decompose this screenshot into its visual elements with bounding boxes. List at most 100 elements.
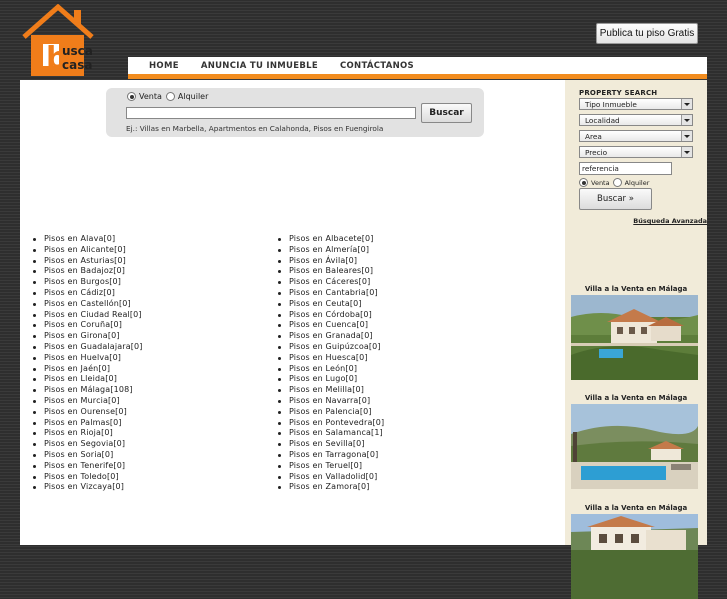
- province-link[interactable]: Pisos en Alicante[0]: [44, 245, 126, 254]
- province-link[interactable]: Pisos en Salamanca[1]: [289, 428, 383, 437]
- province-list-item: Pisos en Ciudad Real[0]: [33, 310, 143, 321]
- villa-title[interactable]: Villa a la Venta en Málaga: [565, 394, 707, 402]
- province-list-item: Pisos en Jaén[0]: [33, 364, 143, 375]
- province-list-item: Pisos en Toledo[0]: [33, 472, 143, 483]
- province-link[interactable]: Pisos en Huelva[0]: [44, 353, 121, 362]
- villa-title[interactable]: Villa a la Venta en Málaga: [565, 504, 707, 512]
- publish-free-button[interactable]: Publica tu piso Gratis: [596, 23, 698, 44]
- province-link[interactable]: Pisos en Valladolid[0]: [289, 472, 377, 481]
- sidebar-search-button[interactable]: Buscar »: [579, 188, 652, 210]
- province-list-item: Pisos en Cantabria[0]: [278, 288, 384, 299]
- province-link[interactable]: Pisos en Córdoba[0]: [289, 310, 372, 319]
- province-link[interactable]: Pisos en Ávila[0]: [289, 256, 357, 265]
- province-link[interactable]: Pisos en Guipúzcoa[0]: [289, 342, 381, 351]
- province-list-item: Pisos en Guipúzcoa[0]: [278, 342, 384, 353]
- province-link[interactable]: Pisos en Cantabria[0]: [289, 288, 378, 297]
- province-link[interactable]: Pisos en Baleares[0]: [289, 266, 373, 275]
- select-value: Tipo Inmueble: [585, 100, 637, 109]
- reference-input[interactable]: referencia: [579, 162, 672, 175]
- province-link[interactable]: Pisos en Lleida[0]: [44, 374, 117, 383]
- province-link[interactable]: Pisos en Ceuta[0]: [289, 299, 362, 308]
- advanced-search-link[interactable]: Búsqueda Avanzada: [633, 217, 707, 225]
- province-link[interactable]: Pisos en Palencia[0]: [289, 407, 372, 416]
- sale-radio[interactable]: [127, 92, 136, 101]
- rent-radio[interactable]: [165, 92, 175, 101]
- province-list-item: Pisos en Almería[0]: [278, 245, 384, 256]
- province-link[interactable]: Pisos en Badajoz[0]: [44, 266, 125, 275]
- location-select[interactable]: Localidad: [579, 114, 693, 126]
- province-link[interactable]: Pisos en Segovia[0]: [44, 439, 125, 448]
- province-link[interactable]: Pisos en Málaga[108]: [44, 385, 133, 394]
- select-value: Area: [585, 132, 602, 141]
- villa-photo[interactable]: [571, 514, 698, 599]
- province-link[interactable]: Pisos en Teruel[0]: [289, 461, 362, 470]
- province-list-item: Pisos en Castellón[0]: [33, 299, 143, 310]
- province-link[interactable]: Pisos en Rioja[0]: [44, 428, 113, 437]
- province-link[interactable]: Pisos en Ciudad Real[0]: [44, 310, 142, 319]
- province-link[interactable]: Pisos en Girona[0]: [44, 331, 120, 340]
- province-link[interactable]: Pisos en Palmas[0]: [44, 418, 122, 427]
- province-link[interactable]: Pisos en Sevilla[0]: [289, 439, 365, 448]
- nav-accent-bar: [128, 74, 707, 79]
- sidebar-rent-radio[interactable]: [612, 178, 622, 187]
- villa-photo[interactable]: [571, 404, 698, 489]
- province-link[interactable]: Pisos en Cáceres[0]: [289, 277, 370, 286]
- main-nav: HOME ANUNCIA TU INMUEBLE CONTÁCTANOS: [128, 57, 707, 74]
- province-list-item: Pisos en Segovia[0]: [33, 439, 143, 450]
- nav-post-property[interactable]: ANUNCIA TU INMUEBLE: [201, 61, 318, 71]
- sidebar-sale-radio[interactable]: [579, 178, 588, 187]
- province-list-item: Pisos en Burgos[0]: [33, 277, 143, 288]
- province-link[interactable]: Pisos en Cádiz[0]: [44, 288, 115, 297]
- area-select[interactable]: Area: [579, 130, 693, 142]
- province-link[interactable]: Pisos en Jaén[0]: [44, 364, 110, 373]
- province-link[interactable]: Pisos en Alava[0]: [44, 234, 115, 243]
- province-list-item: Pisos en Lleida[0]: [33, 374, 143, 385]
- province-link[interactable]: Pisos en Coruña[0]: [44, 320, 122, 329]
- sidebar-sale-label: Venta: [591, 178, 610, 187]
- property-type-select[interactable]: Tipo Inmueble: [579, 98, 693, 110]
- province-link[interactable]: Pisos en Guadalajara[0]: [44, 342, 143, 351]
- province-link[interactable]: Pisos en Pontevedra[0]: [289, 418, 384, 427]
- province-list-item: Pisos en León[0]: [278, 364, 384, 375]
- province-link[interactable]: Pisos en Tarragona[0]: [289, 450, 378, 459]
- province-link[interactable]: Pisos en Soria[0]: [44, 450, 113, 459]
- province-list-item: Pisos en Soria[0]: [33, 450, 143, 461]
- province-list-item: Pisos en Asturias[0]: [33, 256, 143, 267]
- province-link[interactable]: Pisos en Asturias[0]: [44, 256, 126, 265]
- province-link[interactable]: Pisos en Burgos[0]: [44, 277, 121, 286]
- province-link[interactable]: Pisos en Granada[0]: [289, 331, 373, 340]
- nav-contact[interactable]: CONTÁCTANOS: [340, 61, 414, 71]
- province-list-item: Pisos en Alava[0]: [33, 234, 143, 245]
- villa-photo[interactable]: [571, 295, 698, 380]
- sale-radio-label: Venta: [139, 92, 162, 101]
- province-link[interactable]: Pisos en Albacete[0]: [289, 234, 374, 243]
- province-list-item: Pisos en Zamora[0]: [278, 482, 384, 493]
- province-link[interactable]: Pisos en Melilla[0]: [289, 385, 364, 394]
- province-link[interactable]: Pisos en León[0]: [289, 364, 357, 373]
- buscacasa-logo[interactable]: b usca casa: [22, 3, 118, 78]
- province-link[interactable]: Pisos en Murcia[0]: [44, 396, 120, 405]
- province-link[interactable]: Pisos en Lugo[0]: [289, 374, 357, 383]
- search-panel: Venta Alquiler Buscar Ej.: Villas en Mar…: [106, 88, 484, 137]
- nav-home[interactable]: HOME: [149, 61, 179, 71]
- province-link[interactable]: Pisos en Vizcaya[0]: [44, 482, 124, 491]
- province-link[interactable]: Pisos en Toledo[0]: [44, 472, 119, 481]
- province-list-item: Pisos en Huelva[0]: [33, 353, 143, 364]
- province-list-item: Pisos en Melilla[0]: [278, 385, 384, 396]
- province-list-item: Pisos en Málaga[108]: [33, 385, 143, 396]
- province-link[interactable]: Pisos en Tenerife[0]: [44, 461, 125, 470]
- province-link[interactable]: Pisos en Almería[0]: [289, 245, 369, 254]
- sidebar-operation-radios: Venta Alquiler: [579, 178, 652, 187]
- province-link[interactable]: Pisos en Ourense[0]: [44, 407, 127, 416]
- villa-title[interactable]: Villa a la Venta en Málaga: [565, 285, 707, 293]
- province-link[interactable]: Pisos en Huesca[0]: [289, 353, 368, 362]
- province-list-item: Pisos en Valladolid[0]: [278, 472, 384, 483]
- search-button[interactable]: Buscar: [421, 103, 472, 123]
- province-link[interactable]: Pisos en Navarra[0]: [289, 396, 370, 405]
- search-input[interactable]: [126, 107, 416, 119]
- province-link[interactable]: Pisos en Cuenca[0]: [289, 320, 368, 329]
- province-list-right: Pisos en Albacete[0] Pisos en Almería[0] P…: [278, 234, 384, 493]
- province-link[interactable]: Pisos en Zamora[0]: [289, 482, 369, 491]
- price-select[interactable]: Precio: [579, 146, 693, 158]
- province-link[interactable]: Pisos en Castellón[0]: [44, 299, 131, 308]
